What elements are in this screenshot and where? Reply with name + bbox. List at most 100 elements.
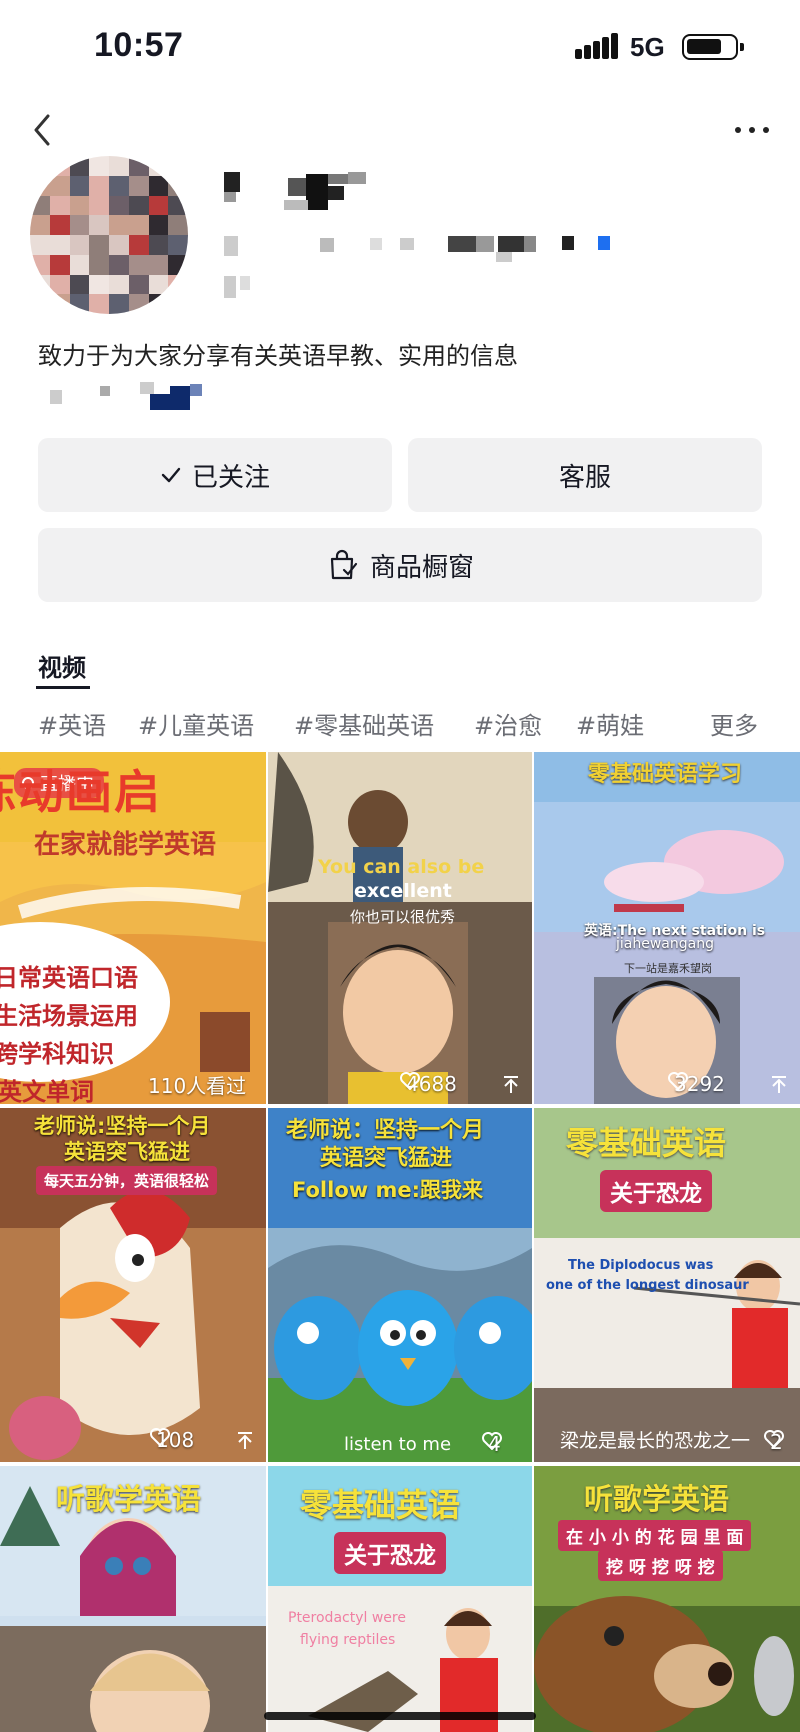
avatar-pixel [69, 274, 90, 295]
avatar-pixel [168, 215, 188, 235]
video-thumbnail-6[interactable]: 零基础英语 关于恐龙 The Diplodocus was one of the… [534, 1108, 800, 1462]
avatar-pixel [89, 254, 109, 275]
caption-en: The Diplodocus was [568, 1258, 714, 1273]
product-showcase-label: 商品橱窗 [369, 552, 474, 583]
thumb-subtitle: 关于恐龙 [334, 1532, 446, 1574]
avatar-pixel [128, 294, 149, 314]
profile-id-obscured [220, 232, 620, 302]
more-button[interactable] [730, 112, 774, 148]
avatar-pixel [148, 215, 169, 235]
avatar-pixel [69, 175, 90, 196]
avatar-pixel [30, 274, 50, 295]
avatar-pixel [89, 294, 109, 314]
avatar-pixel [168, 254, 188, 275]
avatar-pixel [148, 175, 169, 196]
avatar-pixel [128, 215, 149, 235]
thumb-title: 零基础英语 [566, 1124, 727, 1162]
thumb-line: 跨学科知识 [0, 1040, 114, 1068]
avatar-pixel [89, 175, 109, 196]
thumb-subtitle: 每天五分钟，英语很轻松 [36, 1166, 218, 1195]
tag-healing[interactable]: #治愈 [474, 706, 542, 741]
avatar-pixel [109, 215, 129, 235]
avatar-pixel [109, 294, 129, 314]
thumb-line: 日常英语口语 [0, 964, 138, 992]
back-button[interactable] [24, 108, 64, 152]
signal-icon [575, 33, 619, 59]
avatar-pixel [168, 235, 188, 255]
tab-indicator [36, 686, 90, 689]
avatar-pixel [49, 215, 70, 235]
video-thumbnail-9[interactable]: 听歌学英语 在 小 小 的 花 园 里 面 挖 呀 挖 呀 挖 [534, 1466, 800, 1732]
video-thumbnail-1[interactable]: 直播中 陈动画启 在家就能学英语 日常英语口语 生活场景运用 跨学科知识 英文单… [0, 752, 266, 1104]
avatar-pixel [168, 294, 188, 314]
video-thumbnail-5[interactable]: 老师说：坚持一个月 英语突飞猛进 Follow me:跟我来 listen to… [268, 1108, 532, 1462]
status-bar: 10:57 5G [0, 0, 800, 96]
caption-en: listen to me [344, 1434, 452, 1455]
avatar-pixel [49, 254, 70, 275]
thumb-title: 陈动画启 [0, 765, 162, 819]
avatar-pixel [128, 274, 149, 295]
customer-service-label: 客服 [558, 462, 611, 493]
thumb-subtitle: 在 小 小 的 花 园 里 面 [558, 1520, 752, 1551]
followed-label: 已关注 [191, 462, 270, 493]
avatar-pixel [128, 156, 149, 176]
tag-zero-basis-english[interactable]: #零基础英语 [294, 706, 434, 741]
tab-video[interactable]: 视频 [38, 648, 86, 683]
avatar-pixel [148, 274, 169, 295]
avatar-pixel [69, 294, 90, 314]
thumb-title: 英语突飞猛进 [64, 1140, 190, 1164]
chevron-left-icon [34, 114, 50, 146]
tag-kids-english[interactable]: #儿童英语 [138, 706, 254, 741]
video-thumbnail-8[interactable]: 零基础英语 关于恐龙 Pterodactyl were flying repti… [268, 1466, 532, 1732]
profile-bio: 致力于为大家分享有关英语早教、实用的信息 [38, 342, 518, 370]
avatar-pixel [49, 235, 70, 255]
caption-cn: 梁龙是最长的恐龙之一 [560, 1430, 751, 1452]
check-icon [160, 464, 182, 486]
profile-name-obscured [220, 172, 370, 216]
avatar-pixel [30, 294, 50, 314]
pin-icon [238, 1432, 252, 1449]
caption-en: Pterodactyl were [288, 1610, 406, 1626]
avatar-pixel [69, 215, 90, 235]
avatar-pixel [49, 195, 70, 216]
followed-button[interactable]: 已关注 [38, 438, 392, 512]
tag-english[interactable]: #英语 [38, 706, 106, 741]
like-count: 4688 [400, 1072, 457, 1096]
video-thumbnail-3[interactable]: 零基础英语学习 英语:The next station is jiahewang… [534, 752, 800, 1104]
avatar-pixel [30, 235, 50, 255]
more-horizontal-icon [735, 127, 769, 133]
caption-en: You can also be [318, 856, 485, 878]
status-time: 10:57 [94, 26, 184, 64]
thumbnail-art [268, 752, 532, 1104]
video-thumbnail-2[interactable]: You can also be excellent 你也可以很优秀 4688 [268, 752, 532, 1104]
video-thumbnail-7[interactable]: 听歌学英语 [0, 1466, 266, 1732]
tag-more[interactable]: 更多 [710, 706, 758, 741]
thumb-line: 英文单词 [0, 1078, 94, 1104]
pin-icon [772, 1076, 786, 1093]
avatar-pixel [69, 195, 90, 216]
like-count: 108 [150, 1428, 194, 1452]
avatar-pixel [109, 274, 129, 295]
avatar-pixel [89, 235, 109, 255]
customer-service-button[interactable]: 客服 [408, 438, 762, 512]
avatar-pixel [89, 156, 109, 176]
avatar-pixel [148, 235, 169, 255]
avatar-pixel [69, 235, 90, 255]
video-thumbnail-4[interactable]: 老师说:坚持一个月 英语突飞猛进 每天五分钟，英语很轻松 108 [0, 1108, 266, 1462]
home-indicator[interactable] [264, 1712, 536, 1720]
thumb-title: 零基础英语 [300, 1486, 461, 1524]
avatar-pixel [128, 254, 149, 275]
shopping-bag-icon [326, 548, 360, 582]
network-label: 5G [630, 32, 665, 62]
thumb-title: 听歌学英语 [584, 1482, 730, 1516]
avatar[interactable] [30, 156, 188, 314]
avatar-pixel [148, 156, 169, 176]
avatar-pixel [89, 215, 109, 235]
avatar-pixel [109, 156, 129, 176]
tag-cute-baby[interactable]: #萌娃 [576, 706, 644, 741]
avatar-pixel [109, 175, 129, 196]
product-showcase-button[interactable]: 商品橱窗 [38, 528, 762, 602]
avatar-pixel [30, 175, 50, 196]
avatar-pixel [148, 195, 169, 216]
viewer-count: 110人看过 [148, 1074, 247, 1098]
